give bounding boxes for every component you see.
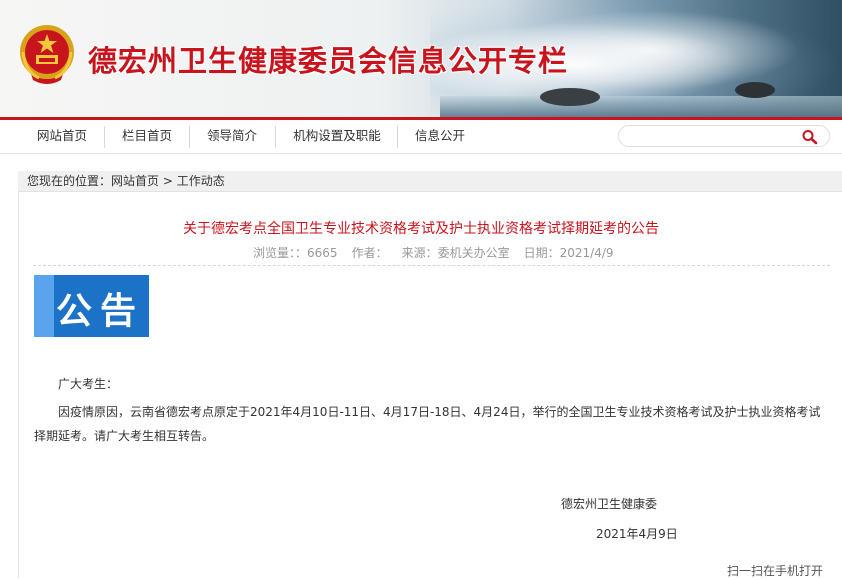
views-label: 浏览量：： <box>253 246 308 260</box>
qr-open-on-phone-link[interactable]: 扫一扫在手机打开 <box>727 562 823 579</box>
banner-rock <box>540 88 600 106</box>
source-label: 来源： <box>401 246 438 260</box>
search-box <box>618 125 830 147</box>
breadcrumb: 您现在的位置：网站首页 > 工作动态 <box>18 171 842 192</box>
notice-stripe <box>34 275 54 337</box>
sign-date: 2021年4月9日 <box>596 527 678 541</box>
banner-rock <box>735 82 775 98</box>
notice-image-text: 公告 <box>56 291 145 332</box>
signature: 德宏州卫生健康委 <box>561 497 658 511</box>
banner-water <box>440 96 842 117</box>
breadcrumb-current[interactable]: 工作动态 <box>177 174 225 188</box>
notice-banner-image: 公告 <box>34 275 149 337</box>
nav-item-home[interactable]: 网站首页 <box>37 120 87 154</box>
nav-divider <box>104 126 105 148</box>
article-title: 关于德宏考点全国卫生专业技术资格考试及护士执业资格考试择期延考的公告 <box>183 221 659 237</box>
site-title: 德宏州卫生健康委员会信息公开专栏 <box>88 44 569 78</box>
article-body: 因疫情原因，云南省德宏考点原定于2021年4月10日-11日、4月17日-18日… <box>34 405 821 443</box>
national-emblem-icon <box>20 25 74 84</box>
date-value: 2021/4/9 <box>559 246 614 260</box>
nav-item-info-disclosure[interactable]: 信息公开 <box>415 120 465 154</box>
meta-divider <box>33 265 830 266</box>
date-label: 日期： <box>523 246 560 260</box>
source-value: 委机关办公室 <box>437 246 510 260</box>
nav-divider <box>189 126 190 148</box>
breadcrumb-home-link[interactable]: 网站首页 <box>111 174 159 188</box>
nav-divider <box>397 126 398 148</box>
views-count: 6665 <box>307 246 338 260</box>
breadcrumb-prefix: 您现在的位置： <box>27 174 112 188</box>
nav-item-organization[interactable]: 机构设置及职能 <box>293 120 381 154</box>
search-input[interactable] <box>629 128 798 146</box>
search-icon[interactable] <box>800 128 820 146</box>
nav-item-column-home[interactable]: 栏目首页 <box>122 120 172 154</box>
nav-divider <box>275 126 276 148</box>
header-banner: 德宏州卫生健康委员会信息公开专栏 <box>0 0 842 117</box>
main-nav: 网站首页 栏目首页 领导简介 机构设置及职能 信息公开 <box>0 117 842 154</box>
breadcrumb-separator: > <box>159 174 177 188</box>
nav-item-leaders[interactable]: 领导简介 <box>206 120 258 154</box>
article-meta: 浏览量：：6665 作者： 来源：委机关办公室 日期：2021/4/9 <box>253 244 614 261</box>
salutation: 广大考生： <box>58 377 119 391</box>
author-label: 作者： <box>351 246 388 260</box>
